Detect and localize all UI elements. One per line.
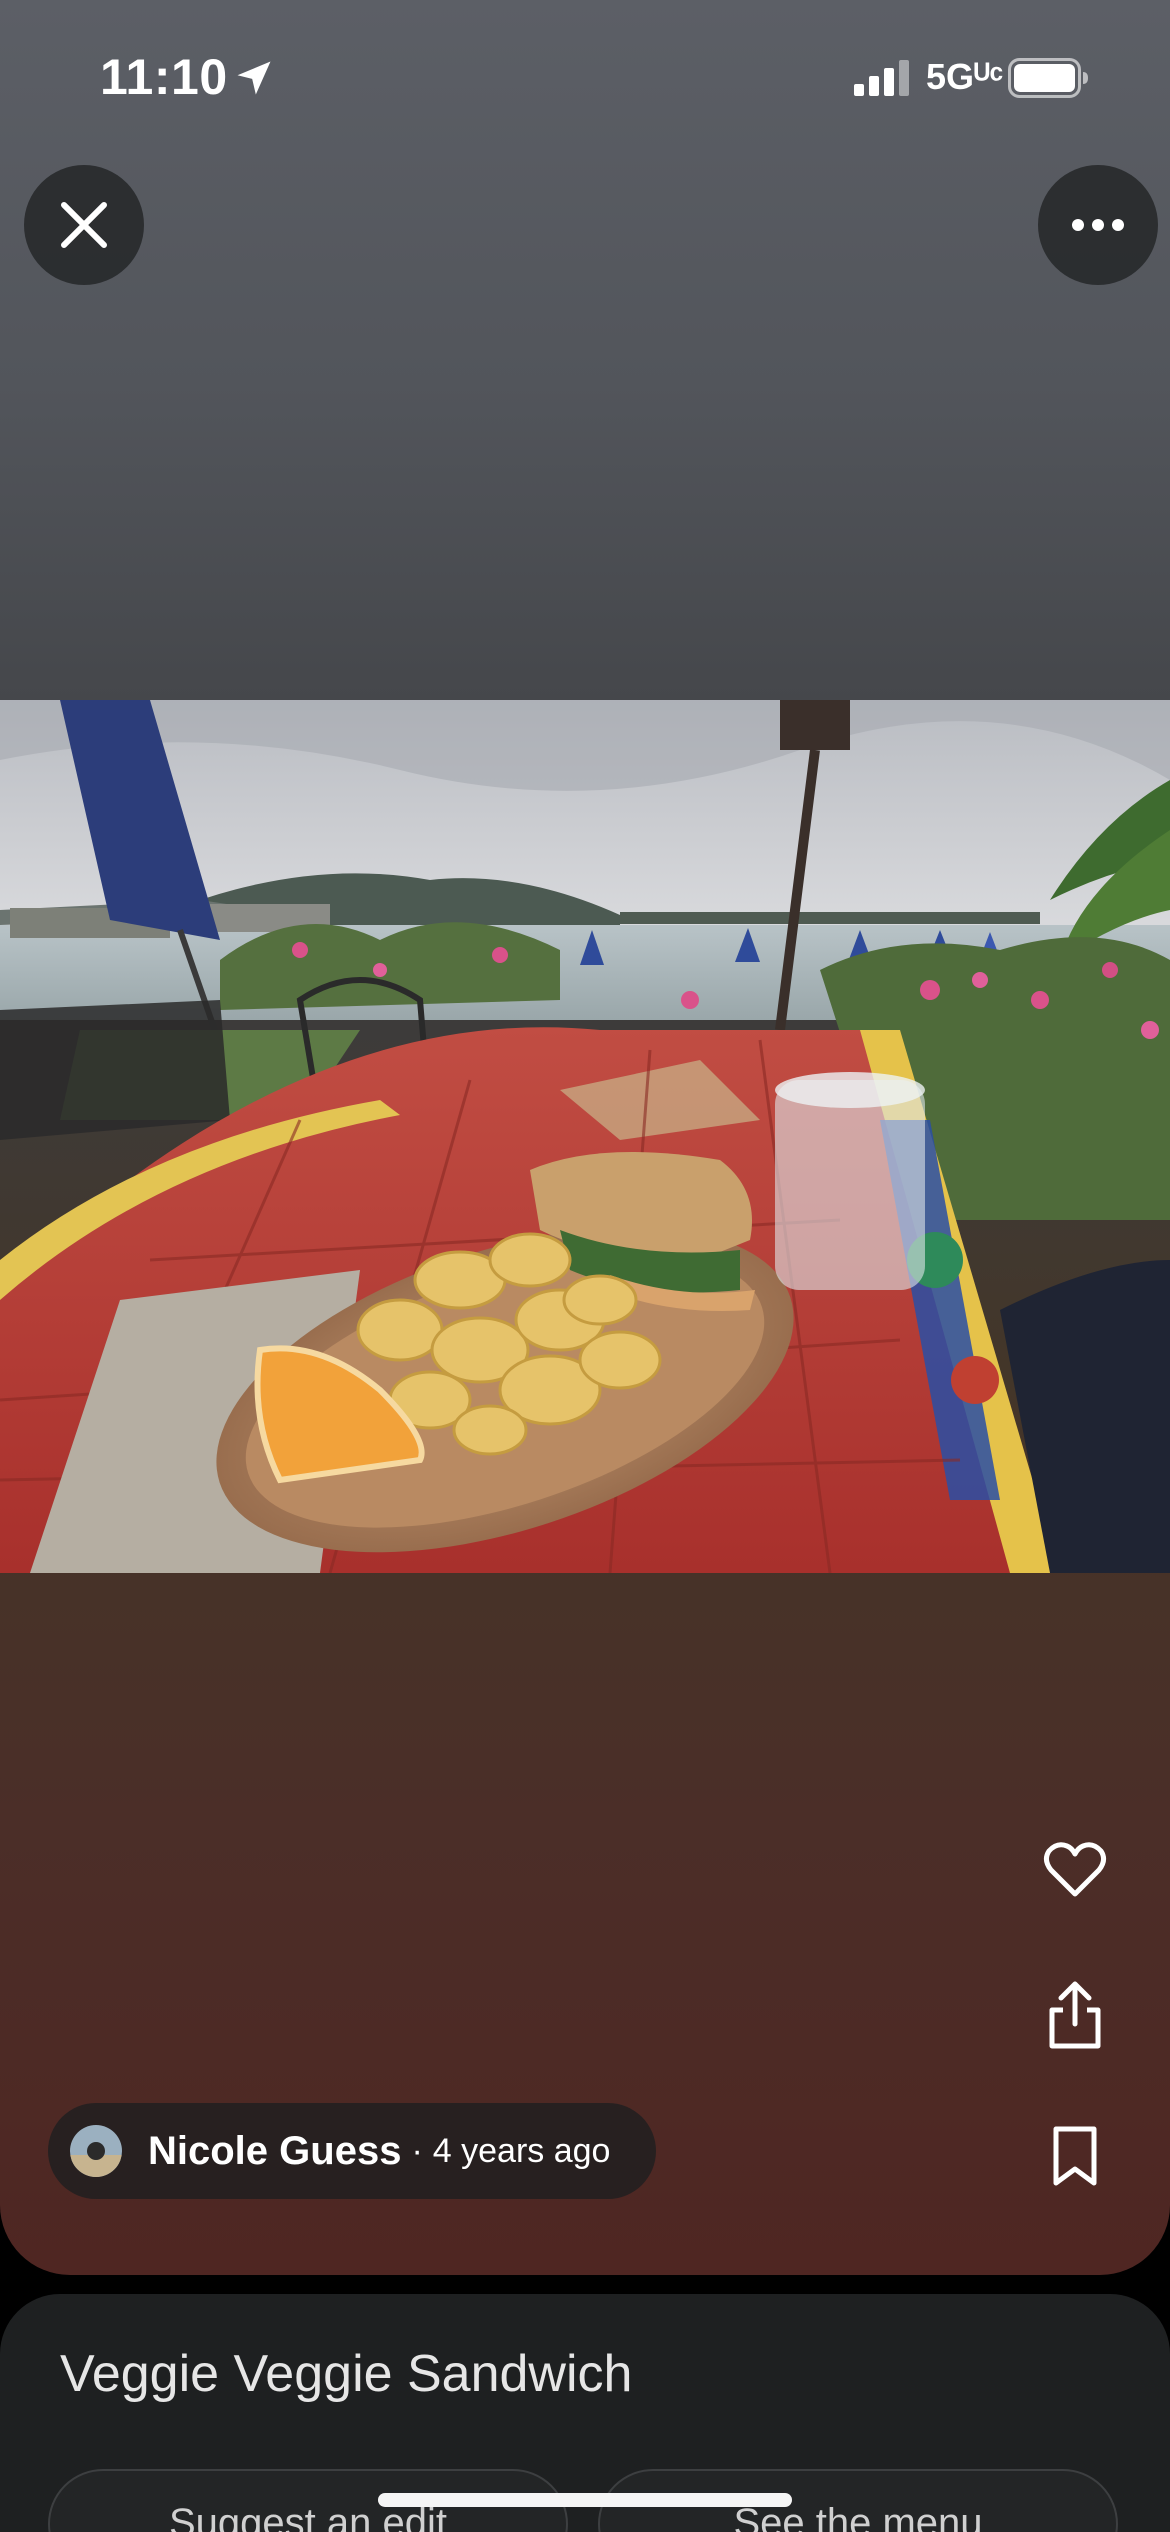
more-options-button[interactable] — [1038, 165, 1158, 285]
status-time: 11:10 — [100, 49, 228, 105]
food-photo[interactable] — [0, 700, 1170, 1573]
status-bar: 11:10 5Gᵁᶜ — [0, 0, 1170, 150]
battery-icon — [1008, 58, 1088, 98]
photo-viewer: 11:10 5Gᵁᶜ Nicole Guess · 4 years ago — [0, 0, 1170, 2275]
dish-title: Veggie Veggie Sandwich — [60, 2345, 633, 2403]
share-button[interactable] — [1040, 1980, 1110, 2050]
cellular-signal-icon — [854, 60, 909, 96]
bookmark-icon — [1053, 2126, 1097, 2186]
avatar — [70, 2125, 122, 2177]
like-button[interactable] — [1040, 1835, 1110, 1905]
close-icon — [61, 202, 107, 248]
author-attribution[interactable]: Nicole Guess · 4 years ago — [48, 2103, 656, 2199]
close-button[interactable] — [24, 165, 144, 285]
posted-time: 4 years ago — [432, 2131, 611, 2170]
heart-icon — [1043, 1842, 1107, 1897]
more-horizontal-icon — [1072, 219, 1124, 231]
home-indicator[interactable] — [378, 2493, 792, 2507]
author-separator: · — [411, 2131, 423, 2170]
food-photo-illustration — [0, 700, 1170, 1573]
network-type-label: 5Gᵁᶜ — [926, 56, 1004, 97]
location-arrow-icon — [237, 61, 271, 95]
share-icon — [1049, 1981, 1101, 2049]
author-name: Nicole Guess — [148, 2128, 402, 2173]
save-button[interactable] — [1040, 2122, 1110, 2192]
